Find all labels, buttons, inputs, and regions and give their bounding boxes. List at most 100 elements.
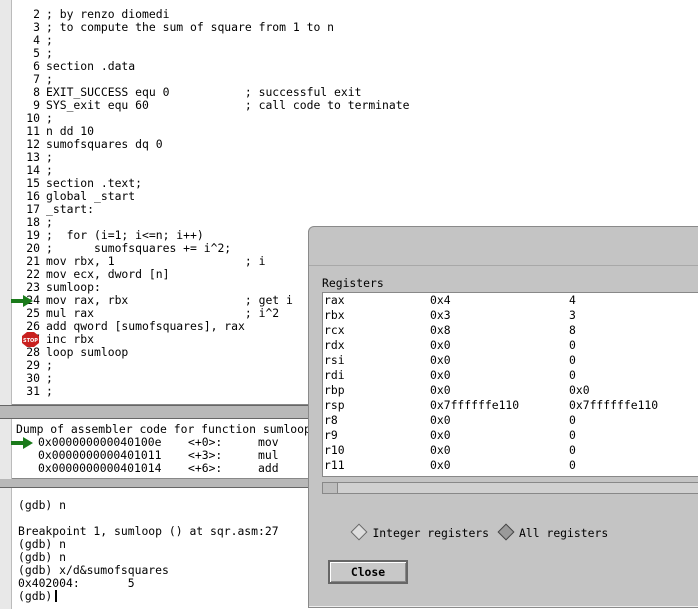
close-button[interactable]: Close <box>328 560 408 584</box>
register-row[interactable]: rsi 0x0 0 <box>323 353 698 368</box>
register-name: r9 <box>324 428 338 442</box>
register-row[interactable]: r10 0x0 0 <box>323 443 698 458</box>
register-row[interactable]: rsp 0x7ffffffe110 0x7ffffffe110 <box>323 398 698 413</box>
register-natural-value: 0 <box>569 353 576 367</box>
source-line[interactable]: 12 sumofsquares dq 0 <box>0 138 698 151</box>
line-code: mul rax ; i^2 <box>46 306 280 320</box>
register-row[interactable]: rbx 0x3 3 <box>323 308 698 323</box>
register-hex-value: 0x4 <box>430 293 451 307</box>
radio-all-label: All registers <box>519 526 609 540</box>
radio-all-indicator[interactable] <box>497 523 515 541</box>
source-line[interactable]: 13; <box>0 151 698 164</box>
line-code: ; <box>46 33 53 47</box>
register-row[interactable]: rdi 0x0 0 <box>323 368 698 383</box>
register-mode-radios: Integer registers All registers <box>323 512 616 554</box>
register-hex-value: 0x8 <box>430 323 451 337</box>
line-code: ; for (i=1; i<=n; i++) <box>46 228 204 242</box>
register-name: rbp <box>324 383 345 397</box>
register-hex-value: 0x0 <box>430 353 451 367</box>
line-code: ; <box>46 358 53 372</box>
radio-all-registers[interactable]: All registers <box>497 523 609 541</box>
scrollbar-thumb[interactable] <box>323 483 338 493</box>
register-name: rdi <box>324 368 345 382</box>
source-line[interactable]: 16 global _start <box>0 190 698 203</box>
text-cursor <box>55 590 58 602</box>
line-code: section .data <box>46 59 136 73</box>
register-row[interactable]: r8 0x0 0 <box>323 413 698 428</box>
register-hex-value: 0x0 <box>430 428 451 442</box>
register-name: rsp <box>324 398 345 412</box>
line-code: ; <box>46 215 53 229</box>
line-code: add qword [sumofsquares], rax <box>46 319 245 333</box>
register-name: r10 <box>324 443 345 457</box>
line-code: ; sumofsquares += i^2; <box>46 241 232 255</box>
console-text: (gdb) <box>18 589 53 603</box>
console-scrollbar[interactable] <box>0 488 12 609</box>
register-natural-value: 4 <box>569 293 576 307</box>
line-code: mov ecx, dword [n] <box>46 267 170 281</box>
register-row[interactable]: rbp 0x0 0x0 <box>323 383 698 398</box>
console-text: (gdb) n <box>18 550 67 564</box>
asm-offset: <+6>: <box>188 461 223 475</box>
register-natural-value: 0 <box>569 443 576 457</box>
line-code: sumloop: <box>46 280 101 294</box>
registers-horizontal-scrollbar[interactable] <box>322 482 698 494</box>
register-row[interactable]: r11 0x0 0 <box>323 458 698 473</box>
line-code: ; <box>46 111 53 125</box>
registers-list[interactable]: rax 0x4 4 rbx 0x3 3 rcx 0x8 8 rdx 0x0 0 rsi 0x0 0 rdi 0x… <box>322 292 698 477</box>
line-code: ; <box>46 163 53 177</box>
register-name: r11 <box>324 458 345 472</box>
registers-label: Registers <box>322 276 384 290</box>
line-code: _start: <box>46 202 95 216</box>
register-row[interactable]: rax 0x4 4 <box>323 293 698 308</box>
line-code: ; <box>46 384 53 398</box>
line-code: ; <box>46 150 53 164</box>
source-line[interactable]: 9 SYS_exit equ 60 ; call code to terminat… <box>0 99 698 112</box>
console-text: (gdb) n <box>18 498 67 512</box>
source-line[interactable]: 17 _start: <box>0 203 698 216</box>
register-name: r8 <box>324 413 338 427</box>
asm-opcode: add <box>258 461 279 475</box>
radio-integer-indicator[interactable] <box>350 523 368 541</box>
source-line[interactable]: 6 section .data <box>0 60 698 73</box>
console-line: (gdb) n <box>18 499 279 512</box>
line-code: loop sumloop <box>46 345 129 359</box>
register-hex-value: 0x0 <box>430 458 451 472</box>
register-natural-value: 0x7ffffffe110 <box>569 398 659 412</box>
current-instruction-arrow-icon <box>11 437 33 449</box>
source-line[interactable]: 4; <box>0 34 698 47</box>
register-row[interactable]: r9 0x0 0 <box>323 428 698 443</box>
line-code: inc rbx <box>46 332 95 346</box>
register-hex-value: 0x0 <box>430 413 451 427</box>
register-natural-value: 0 <box>569 428 576 442</box>
register-row[interactable]: rcx 0x8 8 <box>323 323 698 338</box>
register-natural-value: 0 <box>569 413 576 427</box>
register-natural-value: 0 <box>569 368 576 382</box>
register-hex-value: 0x0 <box>430 383 451 397</box>
console-line: 0x402004: 5 <box>18 577 279 590</box>
line-code: EXIT_SUCCESS equ 0 ; successful exit <box>46 85 362 99</box>
register-name: rax <box>324 293 345 307</box>
register-row[interactable]: rdx 0x0 0 <box>323 338 698 353</box>
line-code: ; <box>46 46 53 60</box>
line-code: n dd 10 <box>46 124 95 138</box>
register-hex-value: 0x7ffffffe110 <box>430 398 520 412</box>
register-hex-value: 0x3 <box>430 308 451 322</box>
radio-integer-registers[interactable]: Integer registers <box>350 523 489 541</box>
asm-address: 0x0000000000401014 <box>38 461 162 475</box>
line-code: ; by renzo diomedi <box>46 7 170 21</box>
console-text: Breakpoint 1, sumloop () at sqr.asm:27 <box>18 524 279 538</box>
register-name: rbx <box>324 308 345 322</box>
console-text: (gdb) x/d&sumofsquares <box>18 563 169 577</box>
registers-window[interactable]: Registers rax 0x4 4 rbx 0x3 3 rcx 0x8 8 rdx 0x0 0 rs… <box>308 226 698 608</box>
register-natural-value: 0 <box>569 338 576 352</box>
source-line[interactable]: 10; <box>0 112 698 125</box>
console-line: (gdb) <box>18 590 279 603</box>
register-natural-value: 3 <box>569 308 576 322</box>
source-line[interactable]: 3; to compute the sum of square from 1 t… <box>0 21 698 34</box>
line-code: mov rax, rbx ; get i <box>46 293 293 307</box>
register-hex-value: 0x0 <box>430 443 451 457</box>
line-number: 31 <box>26 384 40 398</box>
line-code: mov rbx, 1 ; i <box>46 254 266 268</box>
line-code: SYS_exit equ 60 ; call code to terminate <box>46 98 410 112</box>
